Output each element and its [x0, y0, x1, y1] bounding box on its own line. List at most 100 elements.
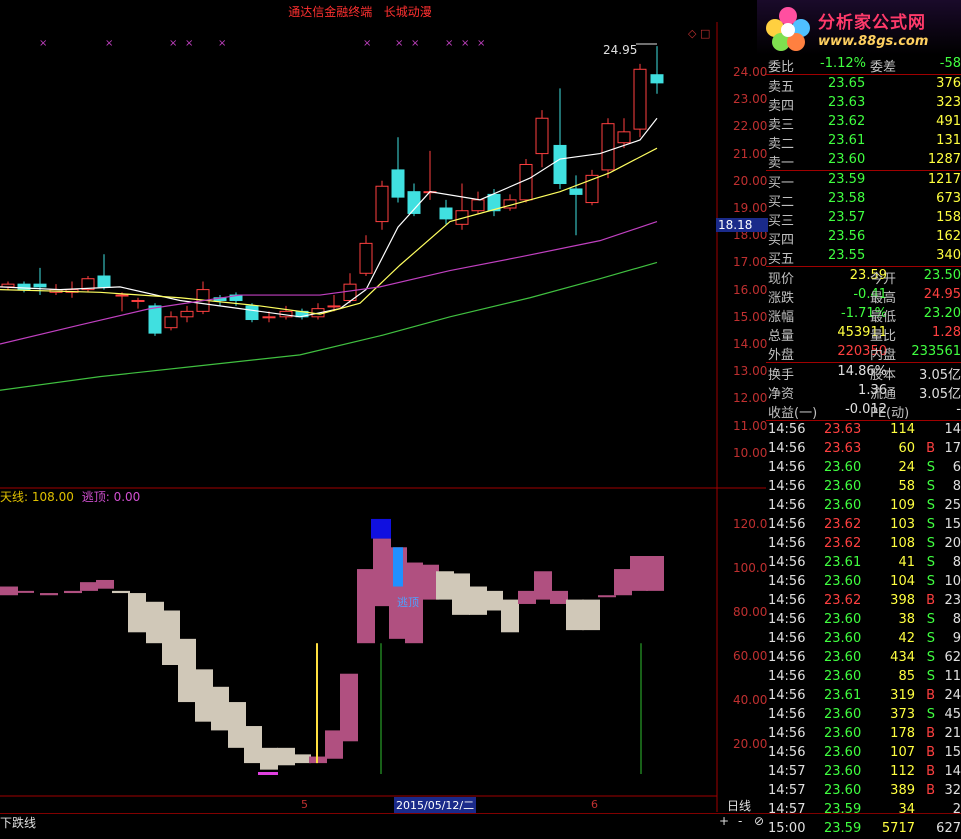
title-bar: 通达信金融终端 长城动漫 [0, 0, 757, 22]
price-tick: 11.00 [733, 418, 768, 433]
indicator-a-label: 天线: [0, 490, 29, 504]
ask-row: 卖四 23.63 323 [768, 95, 961, 114]
cross-mark-icon: × [477, 38, 485, 49]
weibi-row: 委比 -1.12% 委差 -58 [768, 56, 961, 75]
tick-row: 14:56 23.60 58 S 8 [768, 479, 961, 494]
ask-row: 卖一 23.60 1287 [768, 152, 961, 171]
reset-button[interactable]: ⊘ [754, 814, 764, 828]
candle-body [180, 310, 194, 318]
indicator-bar [614, 569, 632, 596]
candle-body [569, 188, 583, 195]
candle-body [262, 316, 276, 319]
logo-name: 分析家公式网 [818, 13, 926, 33]
bid-row: 买一 23.59 1217 [768, 172, 961, 191]
candle-body [375, 185, 389, 223]
stat2-row: 收益(一) -0.012 PE(动) - [768, 402, 961, 421]
candle-body [553, 144, 567, 185]
cross-mark-icon: × [185, 38, 193, 49]
ask-row: 卖三 23.62 491 [768, 114, 961, 133]
indicator-bar [244, 726, 262, 764]
indicator-b-label: 逃顶: [81, 490, 110, 504]
zoom-out-button[interactable]: - [738, 814, 742, 828]
chart-area[interactable]: × × × × × × × × × × × [0, 22, 766, 813]
tick-row: 14:56 23.60 24 S 6 [768, 460, 961, 475]
tick-row: 14:56 23.60 85 S 11 [768, 669, 961, 684]
price-tick: 24.00 [733, 65, 768, 79]
bottom-mark [258, 772, 278, 775]
ask-row: 卖二 23.61 131 [768, 133, 961, 152]
candle-body [535, 117, 549, 155]
indicator-tick: 120.0 [733, 517, 768, 531]
tick-row: 14:56 23.61 319 B 24 [768, 688, 961, 703]
indicator-annotation: 逃顶 [397, 596, 419, 609]
indicator-bar [646, 556, 664, 591]
candle-body [33, 283, 47, 288]
tick-row: 14:56 23.62 103 S 15 [768, 517, 961, 532]
price-marker: 18.18 [716, 218, 768, 232]
cross-mark-icon: × [105, 38, 113, 49]
indicator-a-value: 108.00 [31, 490, 74, 504]
candle-body [391, 169, 405, 198]
quote-panel: 委比 -1.12% 委差 -58 卖五 23.65 376 卖四 23.63 323 卖三 23.62… [766, 55, 961, 836]
tick-row: 14:56 23.62 108 S 20 [768, 536, 961, 551]
indicator-bar [293, 754, 311, 764]
stat-row: 现价 23.59 今开 23.50 [768, 268, 961, 287]
price-tick: 19.00 [733, 201, 768, 215]
price-tick: 12.00 [733, 391, 768, 406]
stat-row: 涨幅 -1.71% 最低 23.20 [768, 306, 961, 325]
indicator-bar [436, 571, 454, 600]
price-tick: 15.00 [733, 309, 768, 324]
indicator-tick: 80.00 [733, 605, 768, 619]
indicator-bar [80, 582, 98, 591]
indicator-bar [96, 579, 114, 589]
price-tick: 17.00 [733, 255, 768, 270]
date-cursor-label: 2015/05/12/二 [394, 797, 477, 813]
indicator-bar [40, 593, 58, 596]
indicator-bar [534, 571, 552, 600]
price-tick: 23.00 [733, 92, 768, 107]
indicator-bar [112, 590, 130, 594]
tick-row: 14:56 23.60 109 S 25 [768, 498, 961, 513]
indicator-bar [277, 747, 295, 766]
indicator-bar [340, 673, 358, 742]
stock-name: 长城动漫 [383, 5, 432, 19]
candle-body [650, 74, 664, 84]
x-label-6: 6 [591, 798, 598, 811]
candle-body [439, 207, 453, 220]
tick-row: 14:56 23.62 398 B 23 [768, 593, 961, 608]
candle-body [359, 242, 373, 274]
period-label[interactable]: 日线 [727, 797, 751, 814]
stat-row: 涨跌 -0.41 最高 24.95 [768, 287, 961, 306]
indicator-bar [0, 586, 18, 596]
indicator-bar [195, 669, 213, 722]
bid-row: 买三 23.57 158 [768, 210, 961, 229]
tick-row: 14:56 23.60 107 B 15 [768, 745, 961, 760]
price-tick: 14.00 [733, 337, 768, 351]
tab-downtrend[interactable]: 下跌线 [0, 814, 36, 831]
stat-row: 总量 453911 量比 1.28 [768, 325, 961, 344]
price-tick: 16.00 [733, 282, 768, 297]
stat2-row: 净资 1.36 流通 3.05亿 [768, 383, 961, 402]
tick-row: 14:56 23.63 60 B 17 [768, 441, 961, 456]
stat-row: 外盘 220350 内盘 233561 [768, 344, 961, 363]
bid-row: 买二 23.58 673 [768, 191, 961, 210]
x-label-5: 5 [301, 798, 308, 811]
price-tick: 21.00 [733, 146, 768, 161]
cross-mark-icon: × [395, 38, 403, 49]
indicator-bar [452, 573, 470, 615]
cross-mark-icon: × [363, 38, 371, 49]
indicator-bar [501, 599, 519, 633]
candle-body [245, 305, 259, 321]
price-tick: 10.00 [733, 445, 768, 460]
bid-row: 买四 23.56 162 [768, 229, 961, 248]
indicator-bar [178, 638, 196, 703]
zoom-in-button[interactable]: + [719, 814, 729, 828]
indicator-b-value: 0.00 [113, 490, 141, 504]
candle-body [327, 305, 341, 308]
indicator-bar [64, 590, 82, 594]
indicator-tick: 60.00 [733, 649, 768, 663]
app-title: 通达信金融终端 [288, 5, 373, 19]
candle-body [97, 275, 111, 288]
candle-body [633, 68, 647, 130]
price-tick: 22.00 [733, 119, 768, 134]
